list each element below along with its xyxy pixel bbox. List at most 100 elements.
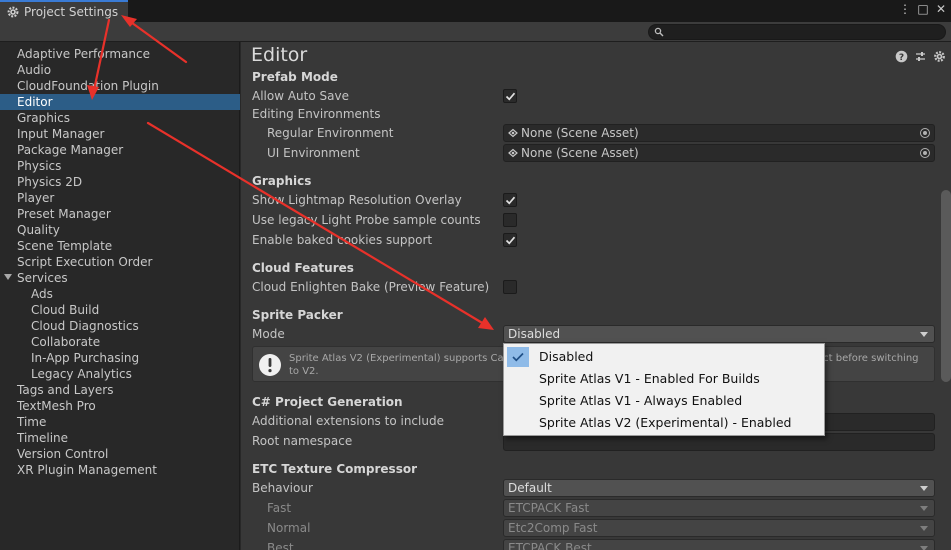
toolbar (0, 22, 951, 42)
lightmap-overlay-checkbox[interactable] (503, 193, 517, 207)
preset-sliders-icon[interactable] (914, 50, 927, 63)
sidebar-item-label: Audio (17, 63, 52, 77)
sidebar-item-graphics[interactable]: Graphics (0, 110, 240, 126)
expand-triangle-icon[interactable] (4, 274, 12, 280)
sidebar-item-label: Physics 2D (17, 175, 83, 189)
checkmark-icon (505, 236, 516, 245)
page-title: Editor (251, 44, 308, 66)
object-picker-icon[interactable] (920, 128, 930, 138)
cloud-enlighten-label: Cloud Enlighten Bake (Preview Feature) (252, 280, 490, 294)
sprite-packer-mode-dropdown[interactable]: Disabled (503, 325, 935, 343)
sprite-packer-mode-value: Disabled (508, 327, 561, 341)
sidebar-item-label: Collaborate (31, 335, 101, 349)
sidebar-item-label: Legacy Analytics (31, 367, 132, 381)
sidebar-item-cloudfoundation-plugin[interactable]: CloudFoundation Plugin (0, 78, 240, 94)
editing-environments-label: Editing Environments (252, 107, 381, 121)
sidebar-item-script-execution-order[interactable]: Script Execution Order (0, 254, 240, 270)
sidebar-item-label: Script Execution Order (17, 255, 153, 269)
scene-asset-icon (508, 128, 518, 138)
search-icon (654, 27, 664, 37)
chevron-down-icon (920, 332, 928, 337)
sidebar-item-physics-2d[interactable]: Physics 2D (0, 174, 240, 190)
window-controls: ⋮ □ ✕ (899, 2, 947, 16)
behaviour-dropdown[interactable]: Default (503, 479, 935, 497)
checkmark-icon (512, 352, 524, 362)
vertical-scrollbar[interactable] (941, 190, 951, 382)
close-icon[interactable]: ✕ (935, 2, 947, 16)
sidebar-item-audio[interactable]: Audio (0, 62, 240, 78)
section-csharp-project-generation: C# Project Generation (252, 395, 403, 409)
section-sprite-packer: Sprite Packer (252, 308, 343, 322)
sidebar-item-version-control[interactable]: Version Control (0, 446, 240, 462)
menu-item-label: Sprite Atlas V1 - Always Enabled (539, 393, 743, 408)
sidebar-item-services[interactable]: Services (0, 270, 240, 286)
sidebar-item-package-manager[interactable]: Package Manager (0, 142, 240, 158)
sidebar-item-scene-template[interactable]: Scene Template (0, 238, 240, 254)
menu-item-sprite-atlas-v1-builds[interactable]: Sprite Atlas V1 - Enabled For Builds (505, 368, 825, 390)
sidebar-item-time[interactable]: Time (0, 414, 240, 430)
sidebar-item-label: Ads (31, 287, 53, 301)
cloud-enlighten-checkbox[interactable] (503, 280, 517, 294)
sidebar-item-preset-manager[interactable]: Preset Manager (0, 206, 240, 222)
settings-sidebar: Adaptive Performance Audio CloudFoundati… (0, 42, 240, 550)
menu-item-sprite-atlas-v2[interactable]: Sprite Atlas V2 (Experimental) - Enabled (505, 412, 825, 434)
menu-item-label: Disabled (539, 349, 594, 364)
sidebar-item-label: Timeline (17, 431, 69, 445)
sidebar-item-label: XR Plugin Management (17, 463, 157, 477)
sidebar-item-xr-plugin-management[interactable]: XR Plugin Management (0, 462, 240, 478)
best-label: Best (267, 541, 294, 550)
behaviour-value: Default (508, 481, 552, 495)
info-exclamation-icon (259, 354, 281, 376)
sidebar-item-tags-and-layers[interactable]: Tags and Layers (0, 382, 240, 398)
sidebar-item-physics[interactable]: Physics (0, 158, 240, 174)
settings-gear-icon[interactable] (933, 50, 946, 63)
allow-auto-save-checkbox[interactable] (503, 89, 517, 103)
menu-item-label: Sprite Atlas V1 - Enabled For Builds (539, 371, 760, 386)
ui-environment-label: UI Environment (267, 146, 360, 160)
baked-cookies-checkbox[interactable] (503, 233, 517, 247)
normal-value: Etc2Comp Fast (508, 521, 598, 535)
sidebar-item-label: In-App Purchasing (31, 351, 140, 365)
more-options-icon[interactable]: ⋮ (899, 2, 911, 16)
sprite-packer-mode-label: Mode (252, 327, 285, 341)
regular-environment-field[interactable]: None (Scene Asset) (503, 124, 935, 142)
sidebar-item-timeline[interactable]: Timeline (0, 430, 240, 446)
maximize-icon[interactable]: □ (917, 2, 929, 16)
baked-cookies-label: Enable baked cookies support (252, 233, 433, 247)
sidebar-item-quality[interactable]: Quality (0, 222, 240, 238)
sidebar-item-legacy-analytics[interactable]: Legacy Analytics (0, 366, 240, 382)
object-picker-icon[interactable] (920, 148, 930, 158)
svg-text:?: ? (899, 53, 904, 63)
editor-settings-panel: Editor ? Prefab Mode Allow Auto Save Edi… (241, 42, 951, 550)
chevron-down-icon (920, 486, 928, 491)
regular-environment-label: Regular Environment (267, 126, 394, 140)
sidebar-item-editor[interactable]: Editor (0, 94, 240, 110)
fast-dropdown: ETCPACK Fast (503, 499, 935, 517)
chevron-down-icon (920, 526, 928, 531)
section-etc-texture-compressor: ETC Texture Compressor (252, 462, 417, 476)
sidebar-item-cloud-diagnostics[interactable]: Cloud Diagnostics (0, 318, 240, 334)
normal-dropdown: Etc2Comp Fast (503, 519, 935, 537)
sidebar-item-collaborate[interactable]: Collaborate (0, 334, 240, 350)
sidebar-item-cloud-build[interactable]: Cloud Build (0, 302, 240, 318)
help-icon[interactable]: ? (895, 50, 908, 63)
legacy-light-probe-label: Use legacy Light Probe sample counts (252, 213, 481, 227)
search-input[interactable] (648, 24, 946, 40)
sidebar-item-adaptive-performance[interactable]: Adaptive Performance (0, 46, 240, 62)
sidebar-item-in-app-purchasing[interactable]: In-App Purchasing (0, 350, 240, 366)
normal-label: Normal (267, 521, 311, 535)
header-icons: ? (895, 50, 946, 63)
sidebar-item-input-manager[interactable]: Input Manager (0, 126, 240, 142)
sidebar-item-textmesh-pro[interactable]: TextMesh Pro (0, 398, 240, 414)
sidebar-item-ads[interactable]: Ads (0, 286, 240, 302)
legacy-light-probe-checkbox[interactable] (503, 213, 517, 227)
sidebar-item-label: Quality (17, 223, 60, 237)
chevron-down-icon (920, 546, 928, 550)
sidebar-item-player[interactable]: Player (0, 190, 240, 206)
sidebar-item-label: Preset Manager (17, 207, 111, 221)
sidebar-item-label: Player (17, 191, 55, 205)
menu-item-sprite-atlas-v1-always[interactable]: Sprite Atlas V1 - Always Enabled (505, 390, 825, 412)
project-settings-tab[interactable]: Project Settings (0, 0, 128, 22)
menu-item-disabled[interactable]: Disabled (505, 346, 825, 368)
ui-environment-field[interactable]: None (Scene Asset) (503, 144, 935, 162)
